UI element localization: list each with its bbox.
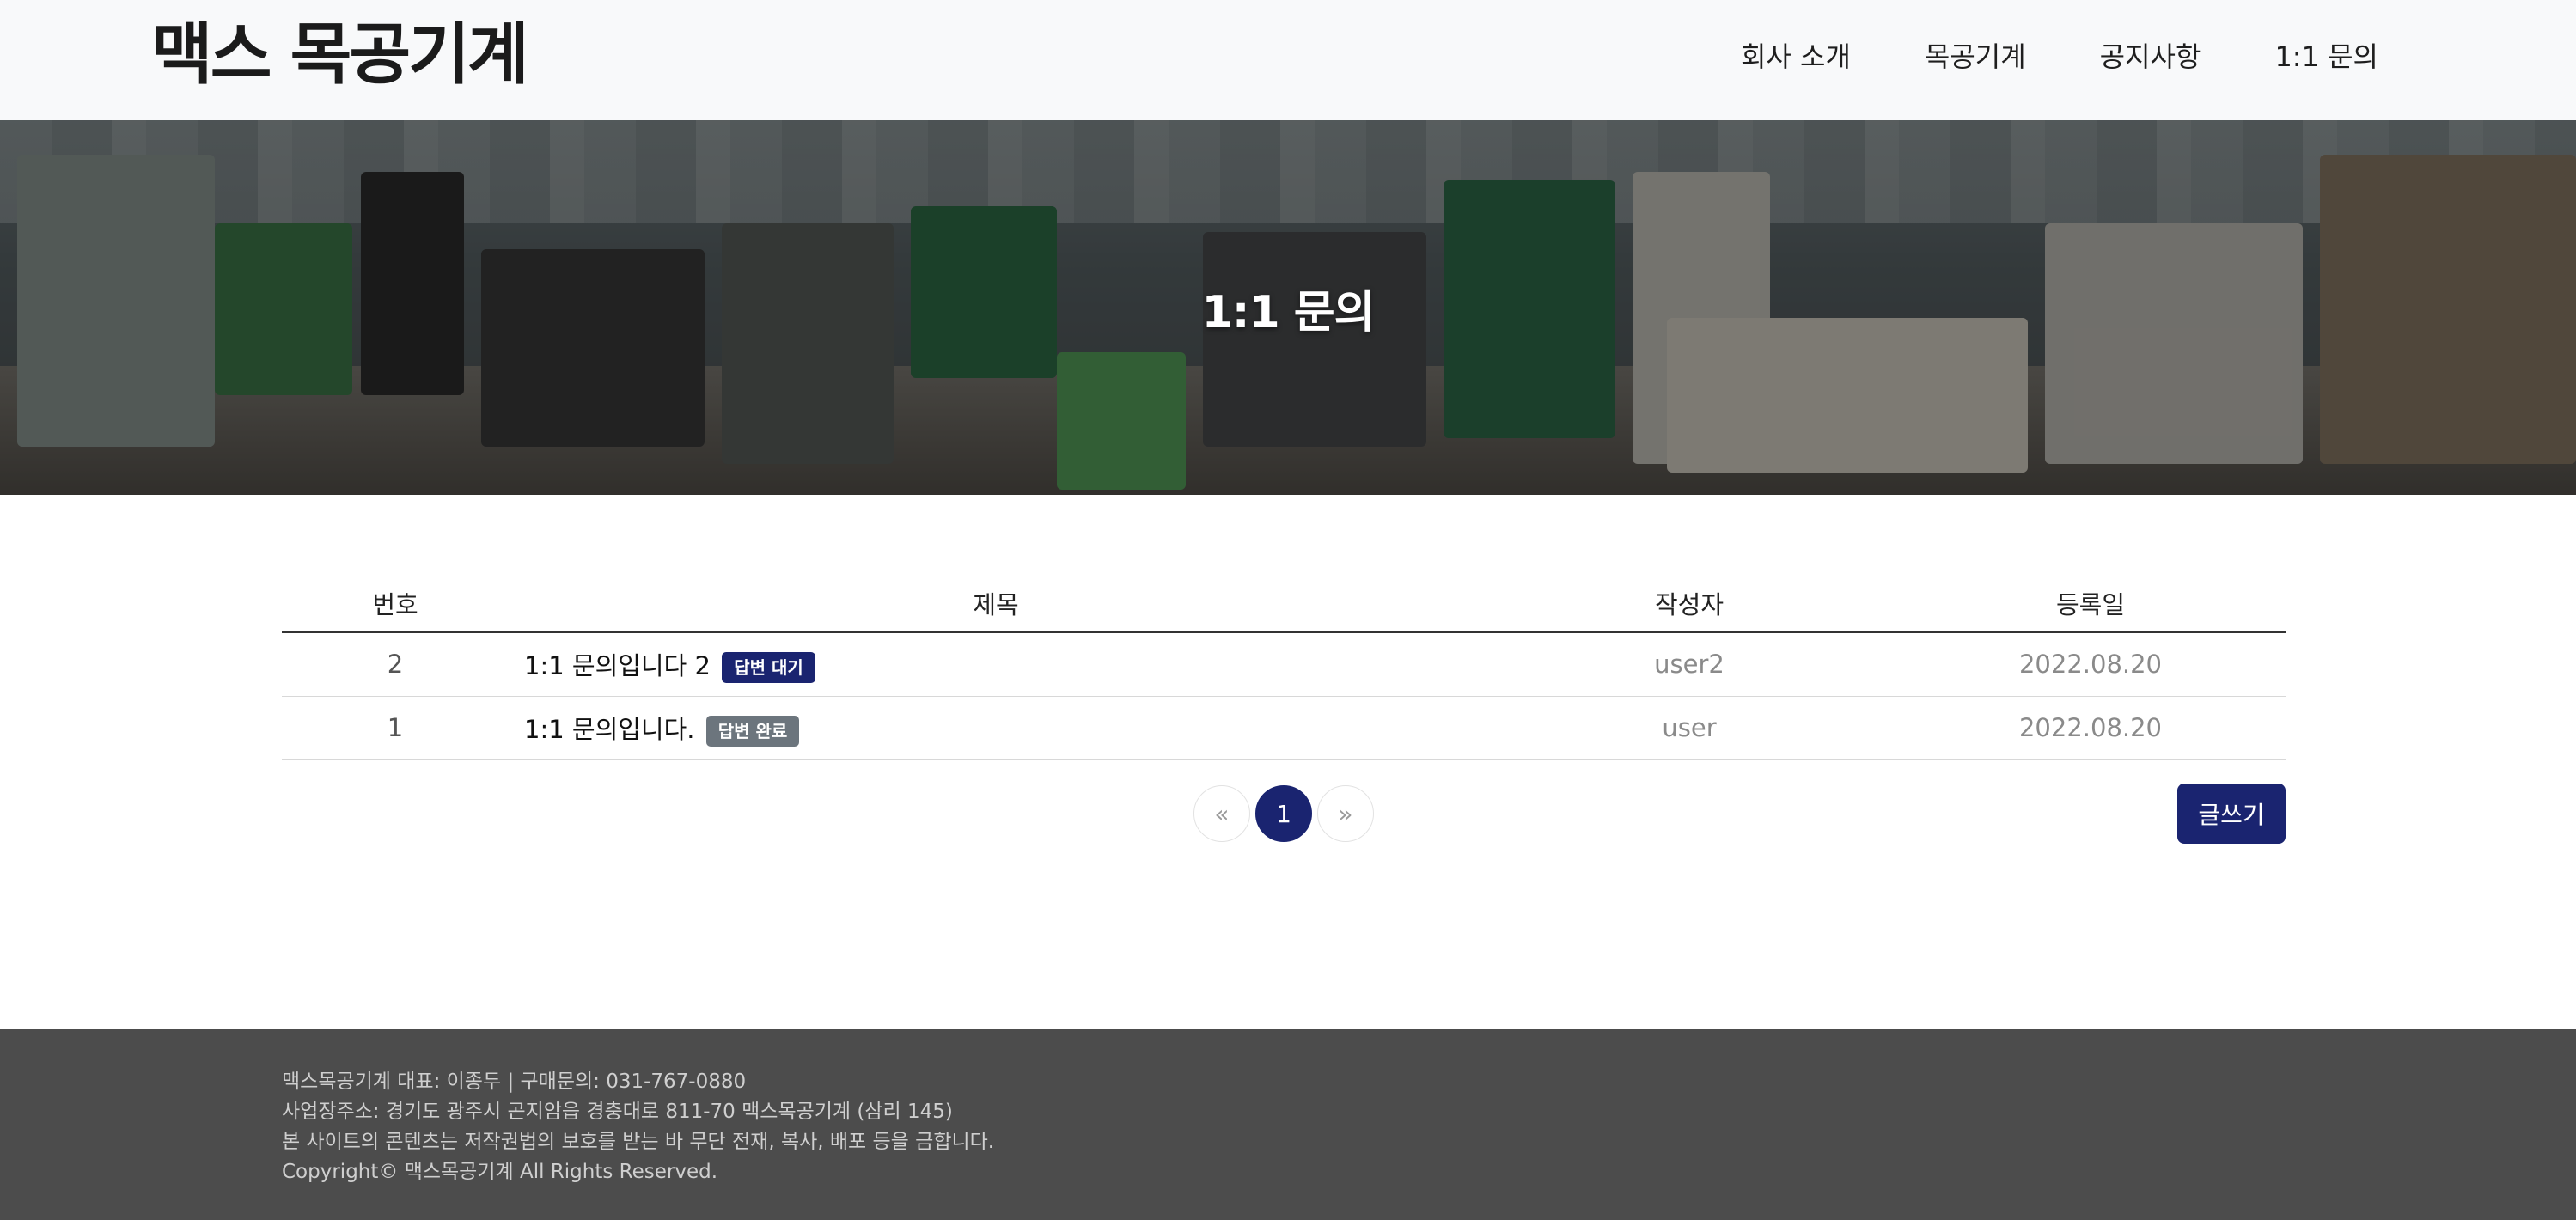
row-subject-cell[interactable]: 1:1 문의입니다. 답변 완료 bbox=[509, 696, 1483, 760]
column-header-date: 등록일 bbox=[1895, 574, 2286, 633]
pagination: « 1 » bbox=[1193, 785, 1374, 842]
status-badge: 답변 완료 bbox=[705, 715, 800, 747]
nav-notice[interactable]: 공지사항 bbox=[2026, 33, 2201, 81]
site-header: 맥스 목공기계 회사 소개 목공기계 공지사항 1:1 문의 bbox=[0, 0, 2576, 120]
main-nav: 회사 소개 목공기계 공지사항 1:1 문의 bbox=[1741, 33, 2378, 81]
column-header-subject: 제목 bbox=[509, 574, 1483, 633]
row-subject-link[interactable]: 1:1 문의입니다 2 bbox=[524, 651, 711, 680]
brand-logo[interactable]: 맥스 목공기계 bbox=[151, 12, 529, 98]
footer-copyright-notice: 본 사이트의 콘텐츠는 저작권법의 보호를 받는 바 무단 전재, 복사, 배포… bbox=[282, 1131, 995, 1153]
footer-info: 맥스목공기계 대표: 이종두 | 구매문의: 031-767-0880 사업장주… bbox=[282, 1067, 994, 1187]
column-header-number: 번호 bbox=[282, 574, 509, 633]
pagination-prev-button[interactable]: « bbox=[1193, 785, 1250, 842]
column-header-author: 작성자 bbox=[1483, 574, 1895, 633]
row-author: user2 bbox=[1483, 632, 1895, 697]
footer-company-line: 맥스목공기계 대표: 이종두 | 구매문의: 031-767-0880 bbox=[282, 1071, 747, 1093]
status-badge: 답변 대기 bbox=[722, 651, 815, 683]
pagination-page-button[interactable]: 1 bbox=[1255, 785, 1312, 842]
row-number: 2 bbox=[282, 632, 509, 697]
table-row[interactable]: 1 1:1 문의입니다. 답변 완료 user 2022.08.20 bbox=[282, 696, 2286, 760]
row-subject-link[interactable]: 1:1 문의입니다. bbox=[524, 715, 695, 744]
page-title: 1:1 문의 bbox=[1201, 286, 1376, 339]
inquiry-table: 번호 제목 작성자 등록일 2 1:1 문의입니다 2 답변 대기 user2 … bbox=[282, 574, 2286, 760]
row-subject-cell[interactable]: 1:1 문의입니다 2 답변 대기 bbox=[509, 632, 1483, 697]
row-date: 2022.08.20 bbox=[1895, 632, 2286, 697]
write-button[interactable]: 글쓰기 bbox=[2177, 784, 2286, 844]
nav-machines[interactable]: 목공기계 bbox=[1851, 33, 2026, 81]
row-date: 2022.08.20 bbox=[1895, 696, 2286, 760]
nav-about[interactable]: 회사 소개 bbox=[1741, 33, 1851, 81]
footer-copyright-line: Copyright© 맥스목공기계 All Rights Reserved. bbox=[282, 1161, 718, 1183]
table-header-row: 번호 제목 작성자 등록일 bbox=[282, 574, 2286, 633]
table-row[interactable]: 2 1:1 문의입니다 2 답변 대기 user2 2022.08.20 bbox=[282, 632, 2286, 697]
pagination-next-button[interactable]: » bbox=[1317, 785, 1374, 842]
site-footer: 맥스목공기계 대표: 이종두 | 구매문의: 031-767-0880 사업장주… bbox=[0, 1029, 2576, 1220]
footer-address-line: 사업장주소: 경기도 광주시 곤지암읍 경충대로 811-70 맥스목공기계 (… bbox=[282, 1101, 953, 1123]
row-author: user bbox=[1483, 696, 1895, 760]
inquiry-board: 번호 제목 작성자 등록일 2 1:1 문의입니다 2 답변 대기 user2 … bbox=[282, 574, 2286, 760]
row-number: 1 bbox=[282, 696, 509, 760]
nav-inquiry[interactable]: 1:1 문의 bbox=[2201, 33, 2378, 81]
